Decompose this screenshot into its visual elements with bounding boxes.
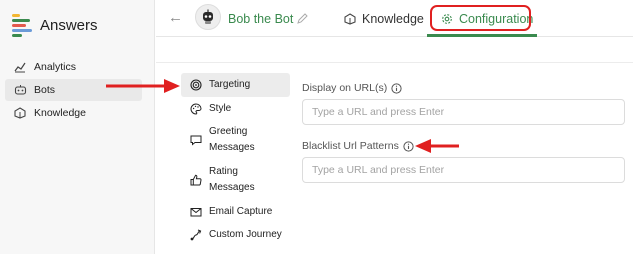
mail-icon [190, 206, 202, 218]
menu-item-custom-journey[interactable]: Custom Journey [181, 224, 290, 246]
blacklist-url-input[interactable] [302, 157, 625, 183]
annotation-highlight-box [430, 5, 531, 31]
sidebar-item-analytics[interactable]: Analytics [5, 56, 142, 78]
annotation-arrow-icon [106, 79, 180, 93]
menu-item-label: Targeting [209, 79, 251, 90]
pencil-icon[interactable] [296, 12, 308, 24]
palette-icon [190, 103, 202, 115]
annotation-arrow-icon [415, 139, 459, 153]
tab-label: Knowledge [362, 12, 424, 26]
sidebar-item-label: Bots [34, 84, 56, 96]
menu-item-label: Style [209, 103, 232, 114]
menu-item-label: Greeting Messages [209, 126, 255, 153]
back-arrow-icon[interactable]: ← [168, 9, 183, 26]
menu-item-label: Rating Messages [209, 166, 255, 193]
menu-item-label: Custom Journey [209, 229, 282, 240]
bot-avatar-icon [203, 9, 213, 24]
knowledge-icon [13, 106, 27, 120]
bot-icon [13, 83, 27, 97]
brand: Answers [12, 12, 98, 38]
sidebar: Answers Analytics Bots Knowledge [0, 0, 155, 254]
knowledge-icon [344, 12, 357, 26]
avatar [195, 4, 221, 30]
display-url-input[interactable] [302, 99, 625, 125]
bot-header: ← Bob the Bot Knowledge Configuration [156, 0, 633, 37]
active-tab-indicator [427, 34, 537, 37]
journey-icon [190, 229, 202, 241]
menu-item-greeting-messages[interactable]: Greeting Messages [181, 121, 290, 159]
menu-item-email-capture[interactable]: Email Capture [181, 201, 290, 223]
tab-knowledge[interactable]: Knowledge [344, 12, 424, 26]
message-icon [190, 134, 202, 146]
analytics-icon [13, 60, 27, 74]
sidebar-item-knowledge[interactable]: Knowledge [5, 102, 142, 124]
menu-item-rating-messages[interactable]: Rating Messages [181, 161, 290, 199]
info-icon[interactable] [391, 82, 402, 94]
menu-item-style[interactable]: Style [181, 98, 290, 120]
thumbs-up-icon [190, 174, 202, 186]
menu-item-targeting[interactable]: Targeting [181, 73, 290, 97]
divider [156, 62, 633, 63]
answers-logo-icon [12, 12, 34, 38]
bot-name[interactable]: Bob the Bot [228, 12, 293, 26]
menu-item-label: Email Capture [209, 206, 273, 217]
app-window: Answers Analytics Bots Knowledge ← Bob t… [0, 0, 633, 254]
sidebar-item-label: Knowledge [34, 107, 86, 119]
brand-name: Answers [40, 16, 98, 34]
display-url-label: Display on URL(s) [302, 82, 402, 94]
sidebar-item-label: Analytics [34, 61, 77, 73]
target-icon [190, 79, 202, 91]
blacklist-url-label: Blacklist Url Patterns [302, 140, 414, 152]
